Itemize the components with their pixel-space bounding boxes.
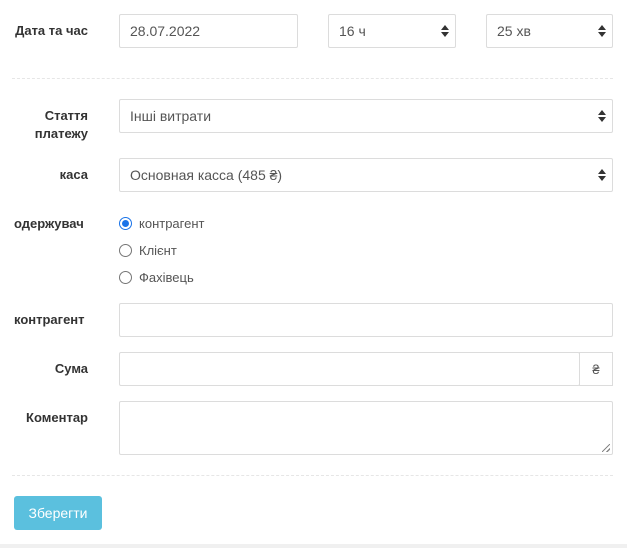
select-arrows-icon (598, 169, 606, 181)
currency-addon: ₴ (579, 352, 613, 386)
radio-client[interactable]: Клієнт (119, 243, 177, 258)
counterparty-input[interactable] (119, 303, 613, 337)
amount-input[interactable] (119, 352, 580, 386)
recipient-label: одержувач (14, 216, 84, 231)
hour-select[interactable]: 16 ч (328, 14, 456, 48)
radio-specialist[interactable]: Фахівець (119, 270, 194, 285)
date-input[interactable]: 28.07.2022 (119, 14, 298, 48)
date-time-label: Дата та час (15, 23, 88, 38)
select-arrows-icon (598, 25, 606, 37)
article-label: Стаття платежу (34, 108, 88, 141)
cash-select[interactable]: Основная касса (485 ₴) (119, 158, 613, 192)
article-select[interactable]: Інші витрати (119, 99, 613, 133)
comment-textarea[interactable] (119, 401, 613, 455)
radio-unchecked-icon[interactable] (119, 244, 132, 257)
divider (12, 475, 613, 476)
save-button[interactable]: Зберегти (14, 496, 102, 530)
counterparty-label: контрагент (14, 312, 85, 327)
select-arrows-icon (441, 25, 449, 37)
divider (12, 78, 613, 79)
cash-label: каса (59, 167, 88, 182)
radio-counterparty[interactable]: контрагент (119, 216, 204, 231)
minute-select[interactable]: 25 хв (486, 14, 613, 48)
resize-handle-icon[interactable] (602, 444, 610, 452)
radio-unchecked-icon[interactable] (119, 271, 132, 284)
radio-checked-icon[interactable] (119, 217, 132, 230)
select-arrows-icon (598, 110, 606, 122)
bottom-border (0, 544, 627, 548)
amount-label: Сума (54, 361, 88, 376)
comment-label: Коментар (26, 410, 88, 425)
